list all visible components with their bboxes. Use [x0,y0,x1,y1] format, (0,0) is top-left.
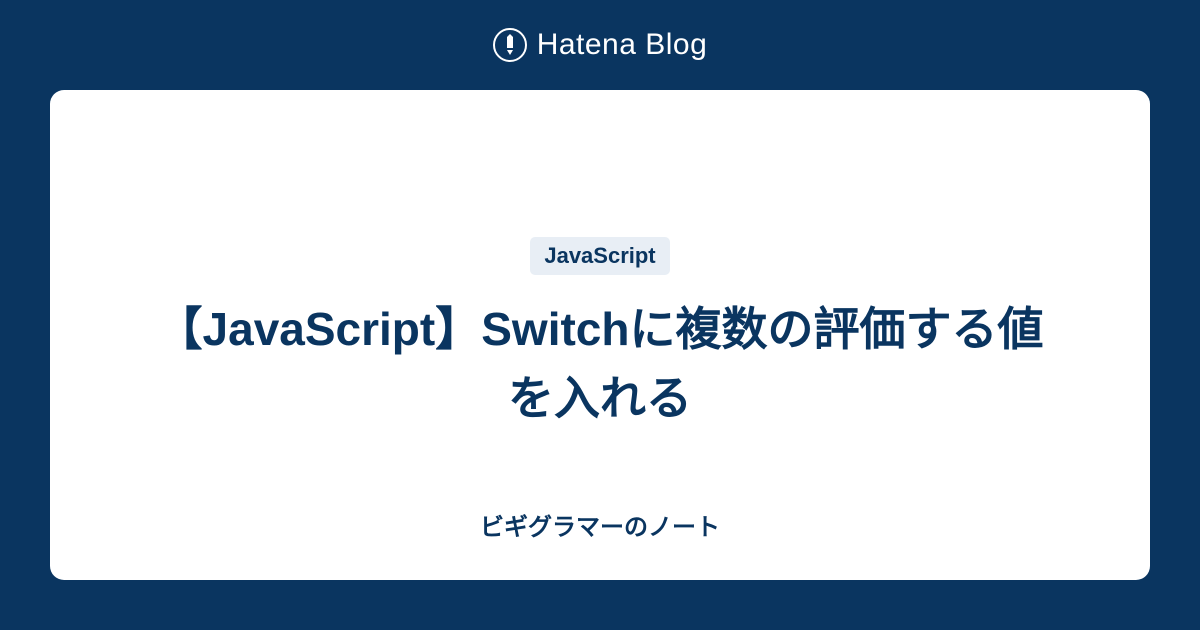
card-content: JavaScript 【JavaScript】Switchに複数の評価する値を入… [150,130,1050,540]
logo-text: Hatena Blog [537,28,708,62]
blog-name: ビギグラマーのノート [480,507,720,542]
content-card: JavaScript 【JavaScript】Switchに複数の評価する値を入… [50,90,1150,580]
header: Hatena Blog [493,0,708,90]
article-title: 【JavaScript】Switchに複数の評価する値を入れる [150,295,1050,433]
hatena-logo-icon [493,28,527,62]
category-badge: JavaScript [530,237,669,275]
